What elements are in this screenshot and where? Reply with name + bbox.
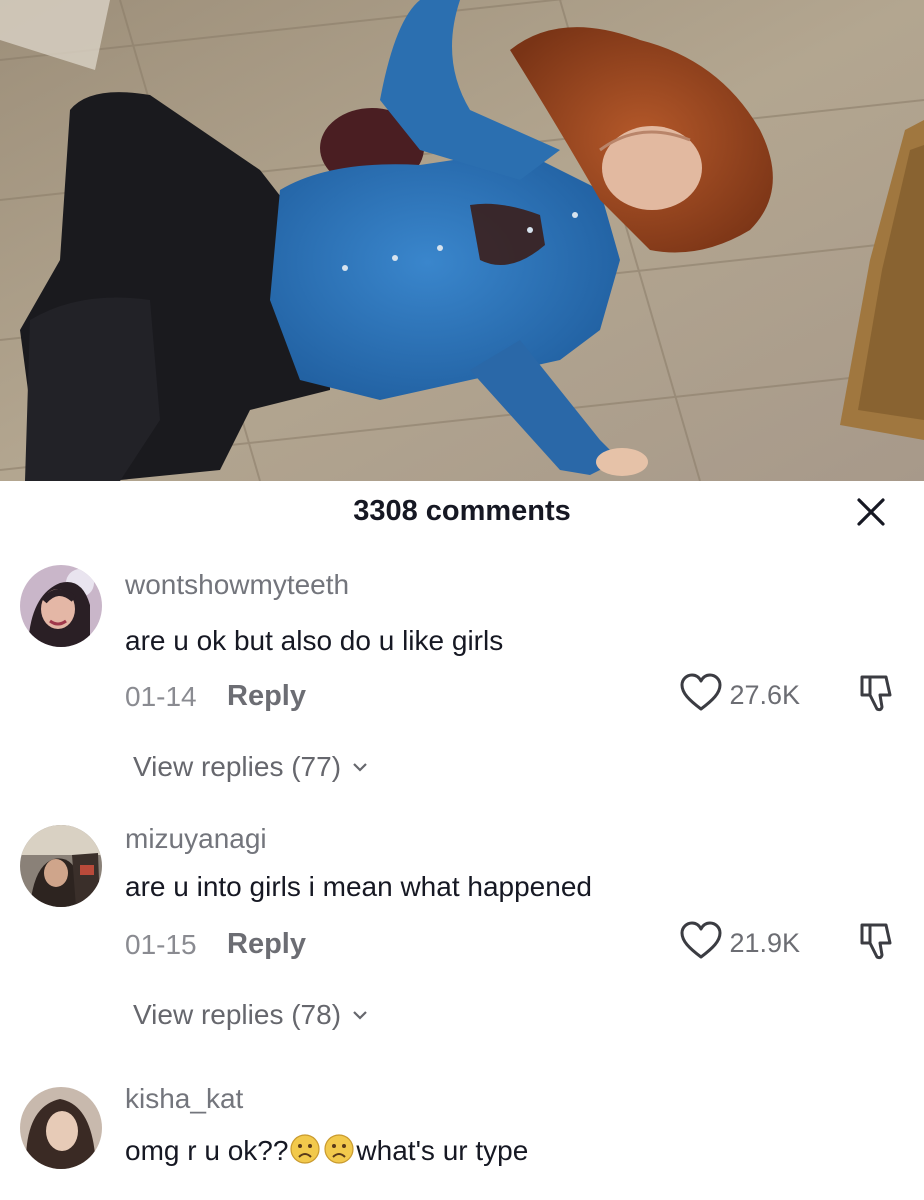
like-count: 21.9K: [729, 928, 800, 958]
thumbs-down-icon[interactable]: [856, 671, 900, 715]
comment-username[interactable]: kisha_kat: [125, 1083, 243, 1115]
thumbs-down-icon[interactable]: [856, 919, 900, 963]
avatar[interactable]: [20, 565, 102, 647]
avatar[interactable]: [20, 1087, 102, 1169]
comment-username[interactable]: mizuyanagi: [125, 823, 267, 855]
video-still-image: [0, 0, 924, 481]
close-icon[interactable]: [852, 493, 890, 531]
comment-text-part: what's ur type: [356, 1135, 529, 1166]
chevron-down-icon: [353, 1011, 367, 1020]
comment-text: are u into girls i mean what happened: [125, 871, 592, 902]
comment-username[interactable]: wontshowmyteeth: [125, 569, 349, 601]
avatar[interactable]: [20, 825, 102, 907]
comments-panel: 3308 comments wontshowmyteeth are u ok b…: [0, 481, 924, 1200]
view-replies-button[interactable]: View replies (78): [133, 999, 369, 1031]
heart-outline-icon: [679, 921, 723, 966]
comment-text-part: omg r u ok??: [125, 1135, 289, 1166]
like-button[interactable]: 21.9K: [679, 921, 800, 966]
comment-text: are u ok but also do u like girls: [125, 625, 504, 656]
comment-text: omg r u ok?? what's ur type: [125, 1133, 528, 1167]
comment-date: 01-15: [125, 929, 197, 960]
reply-button[interactable]: Reply: [227, 928, 306, 961]
like-count: 27.6K: [729, 680, 800, 710]
like-button[interactable]: 27.6K: [679, 673, 800, 718]
heart-outline-icon: [679, 673, 723, 718]
frowning-face-emoji: [323, 1133, 355, 1165]
reply-button[interactable]: Reply: [227, 680, 306, 713]
view-replies-label: View replies (78): [133, 999, 342, 1030]
view-replies-label: View replies (77): [133, 751, 342, 782]
comment-date: 01-14: [125, 681, 197, 712]
comments-count-title: 3308 comments: [353, 495, 571, 527]
frowning-face-emoji: [289, 1133, 321, 1165]
view-replies-button[interactable]: View replies (77): [133, 751, 369, 783]
chevron-down-icon: [353, 763, 367, 772]
